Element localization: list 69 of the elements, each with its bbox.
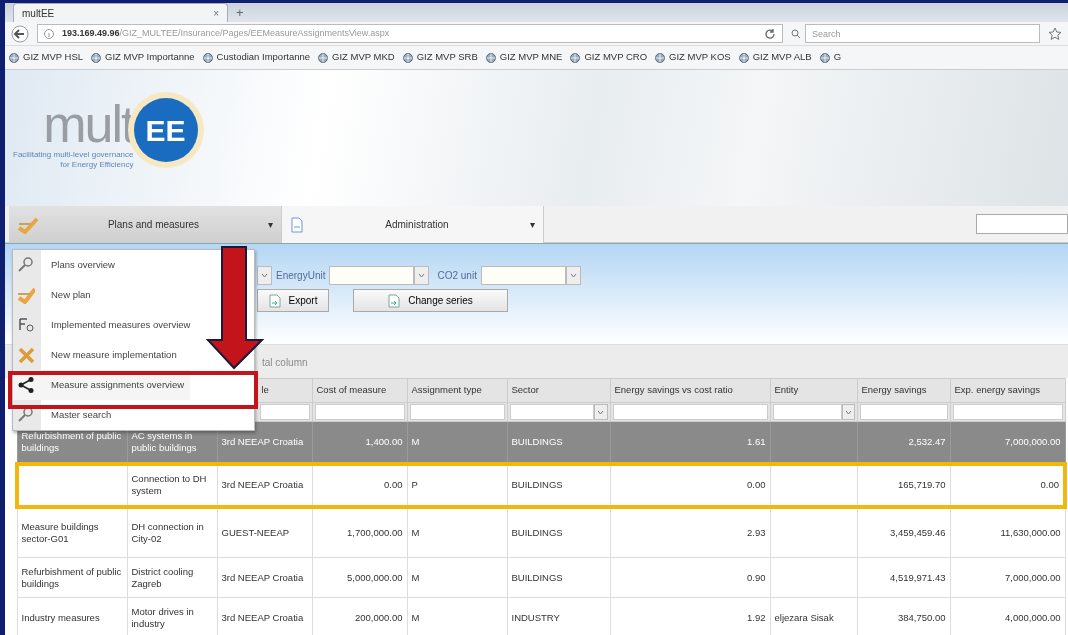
table-cell: Refurbishment of public buildings [17,557,127,598]
new-tab-button[interactable]: + [228,3,252,22]
menu-item[interactable]: New measure implementation [13,340,183,370]
bookmark-link[interactable]: GIZ MVP SRB [402,50,478,65]
tab-title: multEE [22,6,55,21]
column-header[interactable]: le [261,383,269,398]
table-cell: 1.61 [610,421,770,464]
logo-wordmark: mult [43,98,134,150]
bookmark-link[interactable]: GIZ MVP ALB [738,50,812,65]
table-cell: BUILDINGS [507,557,610,598]
table-cell: M [407,421,507,464]
table-cell: GUEST-NEEAP [217,506,312,558]
table-cell: 0.00 [950,463,1065,507]
table-cell: 3rd NEEAP Croatia [217,463,312,507]
bookmark-link[interactable]: GIZ MVP CRO [570,50,648,65]
menu-label: Plans and measures [106,218,201,232]
table-cell: Connection to DH system [127,463,217,507]
table-cell: BUILDINGS [507,421,610,464]
bookmark-link[interactable]: GIZ MVP KOS [655,50,731,65]
table-cell: Industry measures [17,597,127,635]
caret-icon: ▾ [268,217,273,232]
group-hint: tal column [262,357,308,368]
table-cell: 1,700,000.00 [312,506,407,558]
bookmark-link[interactable]: Custodian Importanne [202,50,311,65]
table-cell: 1,400.00 [312,421,407,464]
table-cell: DH connection in City-02 [127,506,217,558]
toolbar-button[interactable]: Change series [353,289,508,312]
table-cell: Measure buildings sector-G01 [17,506,127,558]
menu-item[interactable]: New plan [13,280,97,310]
search-field[interactable]: Search [805,24,1040,43]
column-header[interactable]: Sector [511,383,539,398]
table-cell: 11,630,000.00 [950,506,1065,558]
table-cell: District cooling Zagreb [127,557,217,598]
address-field[interactable]: 193.169.49.96/GIZ_MULTEE/Insurance/Pages/EEMeasureAssignmentsView.aspx [37,24,783,43]
table-cell: 0.00 [312,463,407,507]
field-label: EnergyUnit [276,269,326,283]
field-label: CO2 unit [437,269,477,283]
menu-button[interactable]: Plans and measures ▾ [9,206,282,243]
table-cell: 4,519,971.43 [857,557,950,598]
table-cell: 3rd NEEAP Croatia [217,557,312,598]
caret-icon: ▾ [530,217,535,232]
table-cell: 165,719.70 [857,463,950,507]
table-cell: BUILDINGS [507,506,610,558]
bookmark-link[interactable]: GIZ MVP MNE [485,50,563,65]
table-cell: 7,000,000.00 [950,421,1065,464]
table-cell: M [407,506,507,558]
browser-tab[interactable]: multEE × [13,3,228,22]
menu-button[interactable]: Administration ▾ [282,206,544,243]
bookmark-link[interactable]: G [819,50,842,65]
table-cell: 2.93 [610,506,770,558]
table-cell: 0.00 [610,463,770,507]
table-cell: P [407,463,507,507]
menu-item[interactable]: Implemented measures overview [13,310,197,340]
logo-tagline: Facilitating multi-level governance for Energy Efficiency [13,150,134,170]
table-cell: M [407,557,507,598]
table-cell: 0.90 [610,557,770,598]
table-cell: 3,459,459.46 [857,506,950,558]
toolbar-button[interactable]: Export [257,289,329,312]
table-cell: 2,532.47 [857,421,950,464]
menu-item[interactable]: Plans overview [13,250,121,280]
table-cell: 5,000,000.00 [312,557,407,598]
menu-label: Administration [384,218,450,232]
bookmark-link[interactable]: GIZ MVP MKD [318,50,395,65]
column-header[interactable]: Entity [774,383,799,398]
bookmark-link[interactable]: GIZ MVP HSL [9,50,83,65]
close-tab-button[interactable]: × [213,5,219,21]
table-cell: BUILDINGS [507,463,610,507]
bookmark-link[interactable]: GIZ MVP Importanne [91,50,195,65]
table-cell: 7,000,000.00 [950,557,1065,598]
